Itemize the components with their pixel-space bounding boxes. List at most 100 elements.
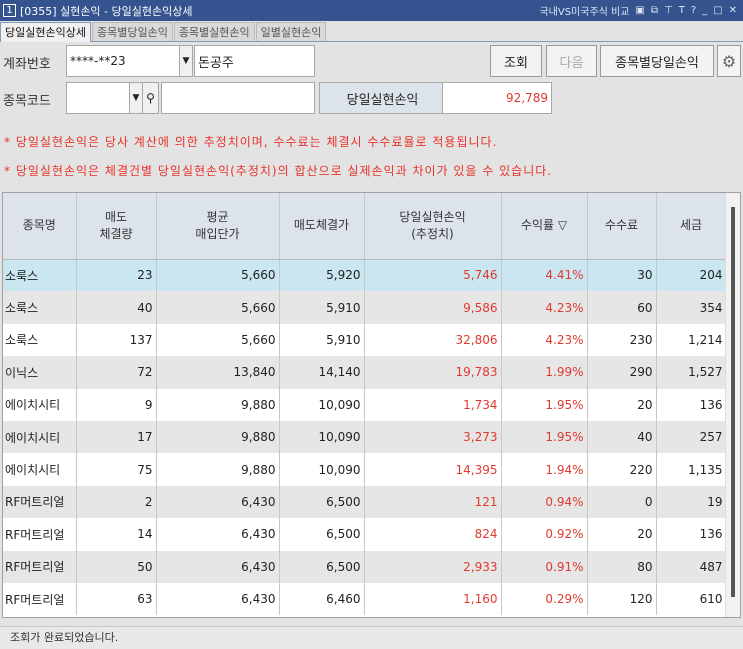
cell-return-rate: 1.94%: [501, 453, 588, 486]
header-realized-pl[interactable]: 당일실현손익 (추정치): [364, 193, 502, 260]
pin-icon[interactable]: ⊤: [664, 5, 673, 16]
stock-daily-button[interactable]: 종목별당일손익: [600, 45, 714, 77]
cell-tax: 487: [656, 550, 727, 583]
account-label: 계좌번호: [3, 57, 51, 72]
header-tax[interactable]: 세금: [656, 193, 727, 260]
table-row[interactable]: 소룩스 23 5,660 5,920 5,746 4.41% 30 204: [3, 259, 727, 292]
cell-return-rate: 0.94%: [501, 485, 588, 519]
table-row[interactable]: RF머트리얼 2 6,430 6,500 121 0.94% 0 19: [3, 485, 727, 519]
cell-sell-qty: 17: [76, 420, 157, 454]
vertical-scrollbar[interactable]: [725, 193, 740, 617]
header-text: 매도: [104, 209, 128, 224]
cell-stock-name: 소룩스: [3, 259, 77, 292]
help-icon[interactable]: ?: [691, 5, 696, 16]
header-text: 수수료: [604, 218, 639, 233]
font-icon[interactable]: T: [679, 5, 685, 16]
cell-fee: 20: [587, 518, 657, 551]
table-row[interactable]: 이닉스 72 13,840 14,140 19,783 1.99% 290 1,527: [3, 356, 727, 389]
cell-sell-qty: 63: [76, 582, 157, 616]
header-text: 평균: [206, 209, 229, 224]
cell-stock-name: 소룩스: [3, 323, 77, 357]
header-text: 세금: [679, 218, 703, 233]
realized-pl-table: 종목명 매도 체결량 평균 매입단가 매도체결가 당일실현손익 (추정치) 수익률 ▽ 수수료 세금…: [2, 192, 741, 618]
compare-link[interactable]: 국내VS미국주식 비교: [539, 3, 629, 18]
cell-sell-price: 10,090: [279, 420, 365, 454]
cell-stock-name: 에이치시티: [3, 453, 77, 486]
account-input[interactable]: ****-**23: [66, 45, 180, 77]
tab-stock-realized[interactable]: 종목별실현손익: [173, 22, 255, 41]
close-icon[interactable]: ✕: [729, 5, 737, 16]
cell-return-rate: 4.23%: [501, 323, 588, 357]
cell-stock-name: 이닉스: [3, 356, 77, 389]
title-bar: 1 [0355] 실현손익 - 당일실현손익상세 국내VS미국주식 비교 ▣ ⧉…: [0, 0, 743, 21]
cell-sell-qty: 9: [76, 388, 157, 421]
cell-fee: 20: [587, 388, 657, 421]
cell-realized-pl: 121: [364, 485, 502, 519]
tab-daily-detail[interactable]: 당일실현손익상세: [0, 22, 91, 42]
header-text: 체결량: [99, 226, 133, 241]
header-text: 매도체결가: [293, 218, 350, 233]
header-stock-name[interactable]: 종목명: [3, 193, 77, 260]
cell-tax: 1,527: [656, 356, 727, 389]
scrollbar-thumb[interactable]: [731, 207, 735, 597]
stock-code-input[interactable]: [66, 82, 130, 114]
table-row[interactable]: 에이치시티 17 9,880 10,090 3,273 1.95% 40 257: [3, 420, 727, 454]
settings-gear-icon[interactable]: ⚙: [717, 45, 741, 77]
window-restore-icon[interactable]: ▣: [635, 5, 644, 16]
cell-stock-name: 에이치시티: [3, 388, 77, 421]
minimize-icon[interactable]: _: [702, 5, 707, 16]
next-button[interactable]: 다음: [546, 45, 597, 77]
table-row[interactable]: RF머트리얼 50 6,430 6,500 2,933 0.91% 80 487: [3, 550, 727, 583]
cell-avg-buy-price: 6,430: [156, 485, 280, 519]
header-return-rate[interactable]: 수익률 ▽: [501, 193, 588, 260]
cell-sell-qty: 40: [76, 291, 157, 324]
table-row[interactable]: 소룩스 40 5,660 5,910 9,586 4.23% 60 354: [3, 291, 727, 324]
table-row[interactable]: RF머트리얼 63 6,430 6,460 1,160 0.29% 120 610: [3, 582, 727, 616]
tab-stock-daily[interactable]: 종목별당일손익: [91, 22, 173, 41]
cell-avg-buy-price: 6,430: [156, 550, 280, 583]
note-1: * 당일실현손익은 당사 계산에 의한 추정치이며, 수수료는 체결시 수수료율…: [4, 135, 498, 149]
cell-realized-pl: 824: [364, 518, 502, 551]
cell-stock-name: RF머트리얼: [3, 582, 77, 616]
copy-icon[interactable]: ⧉: [651, 5, 658, 16]
cell-sell-price: 10,090: [279, 388, 365, 421]
header-sell-price[interactable]: 매도체결가: [279, 193, 365, 260]
cell-return-rate: 4.41%: [501, 259, 588, 292]
stock-dropdown-icon[interactable]: ▼: [129, 82, 143, 114]
cell-realized-pl: 1,160: [364, 582, 502, 616]
cell-sell-price: 6,500: [279, 550, 365, 583]
search-icon[interactable]: ⚲: [142, 82, 159, 114]
cell-realized-pl: 19,783: [364, 356, 502, 389]
table-row[interactable]: 소룩스 137 5,660 5,910 32,806 4.23% 230 1,214: [3, 323, 727, 357]
cell-sell-qty: 23: [76, 259, 157, 292]
cell-tax: 354: [656, 291, 727, 324]
cell-sell-qty: 137: [76, 323, 157, 357]
tab-daily-realized[interactable]: 일별실현손익: [255, 22, 327, 41]
header-sell-qty[interactable]: 매도체결량: [76, 193, 157, 260]
account-dropdown-icon[interactable]: ▼: [179, 45, 193, 77]
query-button[interactable]: 조회: [490, 45, 542, 77]
header-fee[interactable]: 수수료: [587, 193, 657, 260]
cell-sell-price: 14,140: [279, 356, 365, 389]
cell-avg-buy-price: 9,880: [156, 388, 280, 421]
summary-value: 92,789: [442, 82, 552, 114]
cell-sell-price: 6,500: [279, 485, 365, 519]
header-text: 수익률 ▽: [520, 218, 568, 233]
cell-avg-buy-price: 6,430: [156, 582, 280, 616]
cell-fee: 80: [587, 550, 657, 583]
table-row[interactable]: 에이치시티 75 9,880 10,090 14,395 1.94% 220 1,135: [3, 453, 727, 486]
cell-fee: 0: [587, 485, 657, 519]
cell-stock-name: 에이치시티: [3, 420, 77, 454]
stock-name-field[interactable]: [161, 82, 315, 114]
table-row[interactable]: 에이치시티 9 9,880 10,090 1,734 1.95% 20 136: [3, 388, 727, 421]
table-row[interactable]: RF머트리얼 14 6,430 6,500 824 0.92% 20 136: [3, 518, 727, 551]
maximize-icon[interactable]: □: [713, 5, 722, 16]
cell-tax: 19: [656, 485, 727, 519]
header-text: 종목명: [22, 218, 56, 233]
tab-bar: 당일실현손익상세 종목별당일손익 종목별실현손익 일별실현손익: [0, 22, 743, 42]
cell-tax: 136: [656, 388, 727, 421]
header-avg-buy-price[interactable]: 평균 매입단가: [156, 193, 280, 260]
cell-avg-buy-price: 9,880: [156, 420, 280, 454]
cell-sell-price: 10,090: [279, 453, 365, 486]
note-2: * 당일실현손익은 체결건별 당일실현손익(추정치)의 합산으로 실제손익과 차…: [4, 164, 553, 178]
